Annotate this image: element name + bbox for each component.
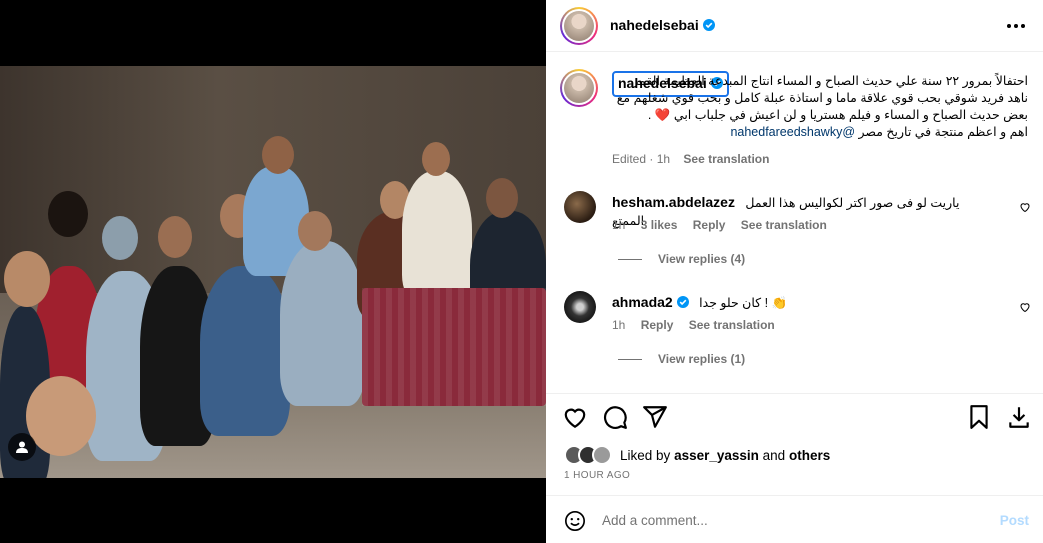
bookmark-icon[interactable] bbox=[966, 404, 992, 430]
more-icon bbox=[1007, 24, 1011, 28]
photo-figure-head bbox=[298, 211, 332, 251]
photo-figure-head bbox=[48, 191, 88, 237]
like-comment-heart-icon[interactable] bbox=[1019, 201, 1031, 213]
verified-icon bbox=[702, 19, 715, 31]
comment-meta: 1h Reply See translation bbox=[612, 318, 775, 332]
download-icon[interactable] bbox=[1006, 404, 1032, 430]
likes-prefix: Liked by bbox=[620, 447, 671, 463]
caption-time[interactable]: 1h bbox=[657, 152, 670, 166]
liker-username[interactable]: asser_yassin bbox=[674, 448, 759, 463]
reply-button[interactable]: Reply bbox=[693, 218, 726, 232]
photo-figure bbox=[280, 241, 365, 406]
photo-figure bbox=[402, 171, 472, 301]
post-timestamp[interactable]: 1 HOUR AGO bbox=[564, 470, 630, 481]
comment-input[interactable]: Add a comment... bbox=[602, 513, 708, 528]
commenter-avatar[interactable] bbox=[564, 191, 596, 223]
caption-tail: اهم و اعظم منتجة في تاريخ مصر bbox=[858, 125, 1028, 139]
caption-text: احتفالاً بمرور ٢٢ سنة علي حديث الصباح و … bbox=[612, 73, 1028, 141]
post-photo[interactable] bbox=[0, 66, 546, 478]
reply-button[interactable]: Reply bbox=[641, 318, 674, 332]
view-replies-label: View replies (1) bbox=[658, 352, 746, 366]
caption-edited: Edited bbox=[612, 152, 647, 166]
liker-avatars[interactable] bbox=[564, 445, 616, 465]
view-replies-button[interactable]: View replies (4) bbox=[618, 252, 745, 266]
like-comment-heart-icon[interactable] bbox=[1019, 301, 1031, 313]
photo-figure-head bbox=[4, 251, 50, 307]
post-comment-button[interactable]: Post bbox=[1000, 513, 1029, 528]
verified-icon bbox=[676, 296, 689, 308]
share-icon[interactable] bbox=[642, 404, 668, 430]
user-tag-icon bbox=[16, 441, 28, 453]
caption-avatar[interactable] bbox=[564, 73, 594, 103]
photo-figure-head bbox=[158, 216, 192, 258]
post-media[interactable] bbox=[0, 0, 546, 543]
caption-see-translation[interactable]: See translation bbox=[683, 152, 769, 166]
commenter-avatar[interactable] bbox=[564, 291, 596, 323]
photo-figure-head bbox=[422, 142, 450, 176]
action-bar bbox=[546, 393, 1043, 437]
view-replies-label: View replies (4) bbox=[658, 252, 746, 266]
caption-meta: Edited · 1h See translation bbox=[612, 152, 770, 166]
emoji-icon[interactable] bbox=[564, 510, 586, 532]
comment-username[interactable]: hesham.abdelazez bbox=[612, 194, 735, 210]
photo-figure bbox=[200, 266, 290, 436]
comment-icon[interactable] bbox=[602, 404, 628, 430]
comments-section: nahedelsebai احتفالاً بمرور ٢٢ سنة علي ح… bbox=[546, 53, 1043, 393]
post-header: nahedelsebai bbox=[546, 0, 1043, 52]
comment-see-translation[interactable]: See translation bbox=[689, 318, 775, 332]
photo-figure-head bbox=[102, 216, 138, 260]
comment-time[interactable]: 1h bbox=[612, 318, 625, 332]
photo-figure-head bbox=[26, 376, 96, 456]
comment-content: ahmada2 كان حلو جدا ! 👏 bbox=[612, 294, 992, 312]
caption-body: احتفالاً بمرور ٢٢ سنة علي حديث الصباح و … bbox=[616, 74, 1028, 122]
post-panel: nahedelsebai nahedelsebai احتفالاً بمرور… bbox=[546, 0, 1043, 543]
comment-time[interactable]: 1h bbox=[612, 218, 625, 232]
author-name-row: nahedelsebai bbox=[610, 17, 715, 35]
comment-likes[interactable]: 3 likes bbox=[641, 218, 678, 232]
likes-and: and bbox=[762, 447, 786, 463]
photo-table bbox=[362, 288, 546, 406]
caption-mention-link[interactable]: @nahedfareedshawky bbox=[730, 125, 855, 139]
liker-avatar bbox=[592, 445, 612, 465]
comment-username[interactable]: ahmada2 bbox=[612, 294, 673, 310]
likes-others[interactable]: others bbox=[789, 448, 830, 463]
comment-meta: 1h 3 likes Reply See translation bbox=[612, 218, 827, 232]
likes-summary: Liked by asser_yassin and others bbox=[564, 443, 830, 467]
photo-figure-head bbox=[486, 178, 518, 218]
heart-icon[interactable] bbox=[562, 404, 588, 430]
author-username[interactable]: nahedelsebai bbox=[610, 17, 699, 33]
more-options-button[interactable] bbox=[1007, 17, 1027, 35]
photo-figure-head bbox=[262, 136, 294, 174]
view-replies-button[interactable]: View replies (1) bbox=[618, 352, 745, 366]
user-tag-button[interactable] bbox=[8, 433, 36, 461]
comment-see-translation[interactable]: See translation bbox=[741, 218, 827, 232]
add-comment-bar: Add a comment... Post bbox=[546, 495, 1043, 543]
author-avatar[interactable] bbox=[564, 11, 594, 41]
comment-text: كان حلو جدا ! 👏 bbox=[699, 296, 788, 310]
